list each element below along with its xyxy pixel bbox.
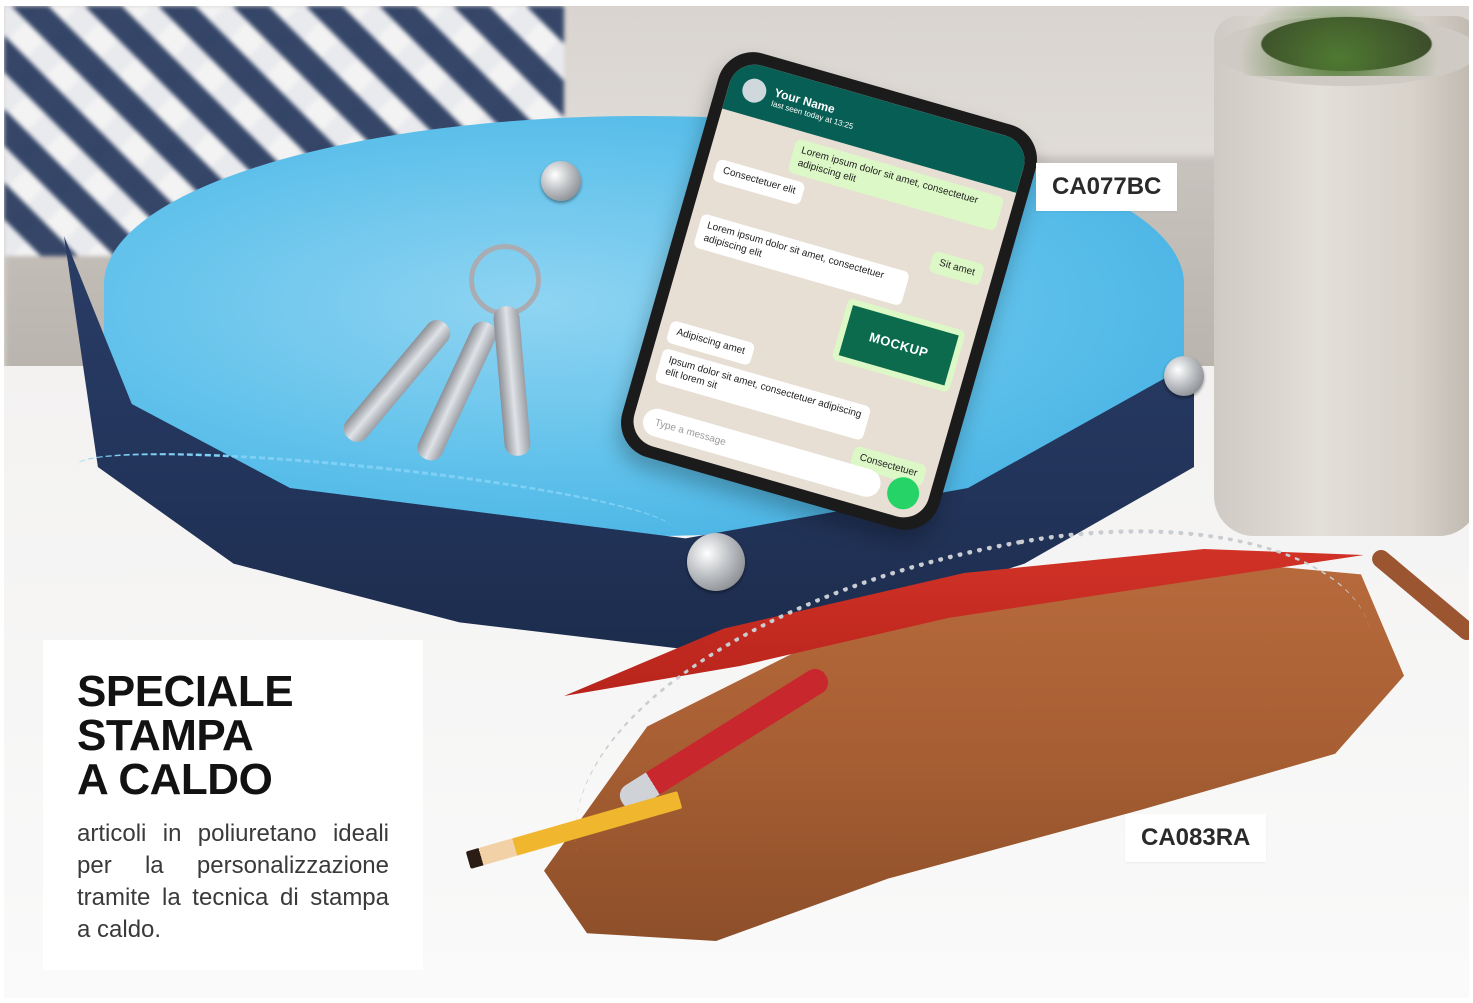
chat-contact: Your Name last seen today at 13:25 — [770, 85, 858, 131]
promo-description: articoli in poliuretano ideali per la pe… — [77, 820, 389, 943]
snap-button-icon — [541, 161, 581, 201]
chat-image-message: MOCKUP — [831, 297, 967, 393]
chat-message: Lorem ipsum dolor sit amet, consectetuer… — [692, 213, 911, 307]
key-ring — [469, 244, 541, 316]
promo-title-line: STAMPA — [77, 711, 254, 760]
mockup-logo: MOCKUP — [838, 305, 959, 386]
avatar — [739, 75, 770, 106]
product-code-tray: CA077BC — [1036, 163, 1178, 211]
promo-box: SPECIALE STAMPA A CALDO articoli in poli… — [43, 640, 423, 970]
promo-title-line: SPECIALE — [77, 667, 294, 716]
product-code-case: CA083RA — [1125, 814, 1267, 862]
promo-title: SPECIALE STAMPA A CALDO — [77, 670, 397, 802]
plant — [1239, 6, 1439, 76]
plant-pot — [1214, 16, 1469, 536]
promo-title-line: A CALDO — [77, 755, 273, 804]
snap-button-icon — [687, 533, 745, 591]
snap-button-icon — [1164, 356, 1204, 396]
chat-message: Sit amet — [928, 250, 986, 287]
